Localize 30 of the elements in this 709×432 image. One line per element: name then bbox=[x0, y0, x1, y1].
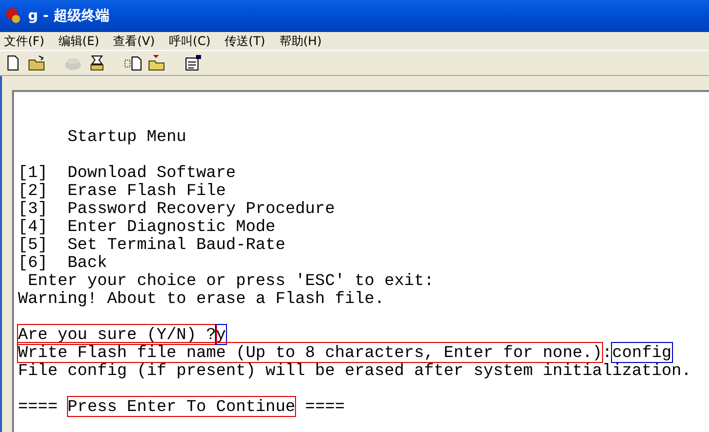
terminal-text: [4] Enter Diagnostic Mode bbox=[18, 217, 276, 236]
terminal-text: File config (if present) will be erased after system initialization. bbox=[18, 361, 692, 380]
menu-item[interactable]: 传送(T) bbox=[224, 32, 266, 50]
terminal-text: [3] Password Recovery Procedure bbox=[18, 199, 335, 218]
terminal-text: y bbox=[216, 325, 226, 344]
terminal-text: [2] Erase Flash File bbox=[18, 181, 226, 200]
terminal-text: ==== bbox=[18, 397, 59, 416]
menu-item[interactable]: 编辑(E) bbox=[58, 32, 100, 50]
terminal-text: [5] Set Terminal Baud-Rate bbox=[18, 235, 286, 254]
window-title: g - 超级终端 bbox=[28, 7, 110, 25]
terminal-text: config bbox=[612, 343, 672, 362]
menu-item[interactable]: 帮助(H) bbox=[279, 32, 322, 50]
open-folder-icon[interactable] bbox=[28, 54, 46, 72]
menu-item[interactable]: 呼叫(C) bbox=[168, 32, 211, 50]
terminal-text: [1] Download Software bbox=[18, 163, 236, 182]
menu-item[interactable]: 查看(V) bbox=[113, 32, 155, 50]
app-icon bbox=[4, 7, 22, 25]
send-file-icon[interactable] bbox=[124, 54, 142, 72]
terminal-text: Warning! About to erase a Flash file. bbox=[18, 289, 384, 308]
terminal-text: Are you sure (Y/N) ? bbox=[18, 325, 216, 344]
terminal-text: Write Flash file name (Up to 8 characters, Enter for none.) bbox=[18, 343, 602, 362]
menu-item[interactable]: 文件(F) bbox=[4, 32, 44, 50]
terminal-text: Enter your choice or press 'ESC' to exit: bbox=[26, 271, 434, 290]
terminal-text: ==== bbox=[304, 397, 345, 416]
receive-file-icon[interactable] bbox=[148, 54, 166, 72]
terminal-text: [6] Back bbox=[18, 253, 108, 272]
terminal-text: Startup Menu bbox=[66, 127, 186, 146]
properties-icon[interactable] bbox=[184, 54, 202, 72]
terminal-text: : bbox=[602, 343, 612, 362]
terminal-text: Press Enter To Continue bbox=[68, 397, 296, 416]
